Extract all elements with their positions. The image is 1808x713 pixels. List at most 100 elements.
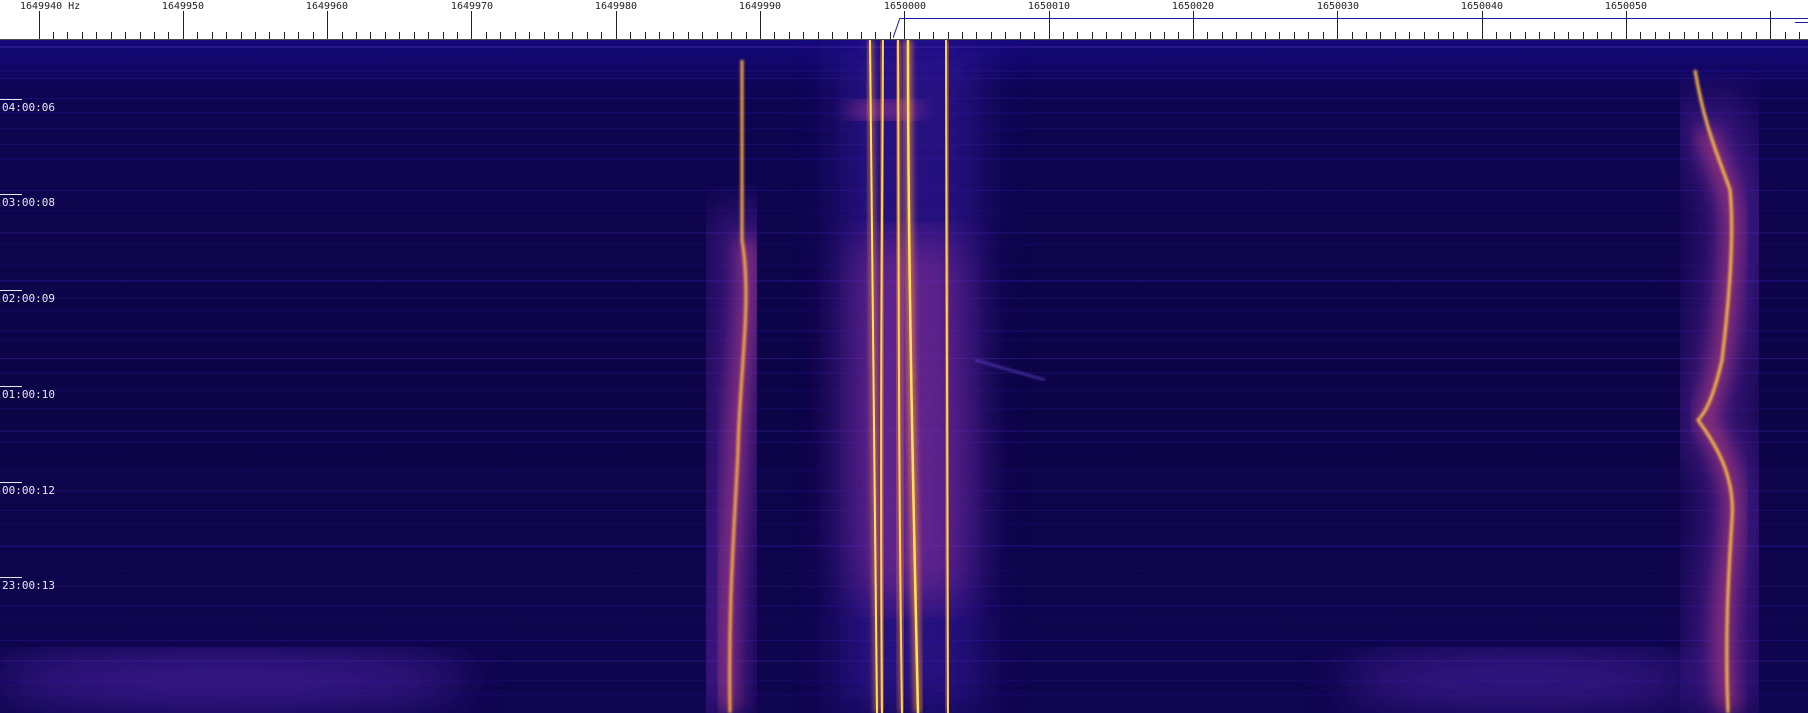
ruler-major-tick bbox=[183, 11, 184, 39]
ruler-minor-tick bbox=[976, 32, 977, 39]
waterfall-display[interactable]: 04:00:06 03:00:08 02:00:09 01:00:10 00:0… bbox=[0, 40, 1808, 713]
ruler-major-tick bbox=[327, 11, 328, 39]
ruler-minor-tick bbox=[1265, 32, 1266, 39]
ruler-minor-tick bbox=[1525, 32, 1526, 39]
ruler-minor-tick bbox=[1640, 32, 1641, 39]
ruler-major-tick bbox=[760, 11, 761, 39]
ruler-minor-tick bbox=[1424, 32, 1425, 39]
frequency-label: 1649960 bbox=[305, 1, 349, 12]
ruler-minor-tick bbox=[731, 32, 732, 39]
ruler-minor-tick bbox=[962, 32, 963, 39]
ruler-minor-tick bbox=[1279, 32, 1280, 39]
ruler-minor-tick bbox=[1453, 32, 1454, 39]
ruler-minor-tick bbox=[1669, 32, 1670, 39]
frequency-label: 1650050 bbox=[1604, 1, 1648, 12]
ruler-minor-tick bbox=[1063, 32, 1064, 39]
noise-glow bbox=[0, 650, 470, 710]
time-label: 04:00:06 bbox=[2, 101, 55, 114]
ruler-minor-tick bbox=[486, 32, 487, 39]
ruler-minor-tick bbox=[269, 32, 270, 39]
ruler-major-tick bbox=[1770, 11, 1771, 39]
ruler-minor-tick bbox=[67, 32, 68, 39]
ruler-minor-tick bbox=[1236, 32, 1237, 39]
ruler-minor-tick bbox=[1756, 32, 1757, 39]
spectrum-waterfall-app: 1649940 Hz 1649950 1649960 1649970 16499… bbox=[0, 0, 1808, 713]
time-label: 03:00:08 bbox=[2, 196, 55, 209]
ruler-minor-tick bbox=[890, 32, 891, 39]
ruler-minor-tick bbox=[717, 32, 718, 39]
ruler-minor-tick bbox=[356, 32, 357, 39]
ruler-minor-tick bbox=[746, 32, 747, 39]
ruler-minor-tick bbox=[443, 32, 444, 39]
time-tick bbox=[0, 99, 22, 100]
ruler-minor-tick bbox=[1727, 32, 1728, 39]
time-label: 01:00:10 bbox=[2, 388, 55, 401]
ruler-minor-tick bbox=[1020, 32, 1021, 39]
ruler-major-tick bbox=[1482, 11, 1483, 39]
ruler-minor-tick bbox=[832, 32, 833, 39]
ruler-major-tick bbox=[904, 11, 905, 39]
ruler-minor-tick bbox=[847, 32, 848, 39]
ruler-minor-tick bbox=[298, 32, 299, 39]
ruler-minor-tick bbox=[1207, 32, 1208, 39]
ruler-minor-tick bbox=[544, 32, 545, 39]
ruler-minor-tick bbox=[645, 32, 646, 39]
ruler-minor-tick bbox=[140, 32, 141, 39]
ruler-major-tick bbox=[616, 11, 617, 39]
frequency-ruler[interactable]: 1649940 Hz 1649950 1649960 1649970 16499… bbox=[0, 0, 1808, 40]
time-tick bbox=[0, 290, 22, 291]
ruler-minor-tick bbox=[457, 32, 458, 39]
time-label: 00:00:12 bbox=[2, 484, 55, 497]
ruler-minor-tick bbox=[1568, 32, 1569, 39]
ruler-minor-tick bbox=[1409, 32, 1410, 39]
ruler-minor-tick bbox=[1655, 32, 1656, 39]
ruler-minor-tick bbox=[673, 32, 674, 39]
ruler-minor-tick bbox=[1611, 32, 1612, 39]
ruler-minor-tick bbox=[875, 32, 876, 39]
ruler-minor-tick bbox=[1684, 32, 1685, 39]
frequency-label-first: 1649940 Hz bbox=[20, 1, 81, 12]
ruler-minor-tick bbox=[1597, 32, 1598, 39]
ruler-minor-tick bbox=[1741, 32, 1742, 39]
ruler-minor-tick bbox=[630, 32, 631, 39]
ruler-minor-tick bbox=[53, 32, 54, 39]
ruler-minor-tick bbox=[226, 32, 227, 39]
ruler-minor-tick bbox=[1251, 32, 1252, 39]
ruler-major-tick bbox=[1193, 11, 1194, 39]
ruler-minor-tick bbox=[1222, 32, 1223, 39]
ruler-minor-tick bbox=[991, 32, 992, 39]
ruler-minor-tick bbox=[1005, 32, 1006, 39]
ruler-minor-tick bbox=[587, 32, 588, 39]
ruler-minor-tick bbox=[1034, 32, 1035, 39]
ruler-minor-tick bbox=[1135, 32, 1136, 39]
frequency-label: 1650030 bbox=[1316, 1, 1360, 12]
ruler-minor-tick bbox=[1178, 32, 1179, 39]
ruler-minor-tick bbox=[529, 32, 530, 39]
passband-marker-line[interactable] bbox=[900, 18, 1808, 19]
ruler-minor-tick bbox=[414, 32, 415, 39]
ruler-minor-tick bbox=[818, 32, 819, 39]
frequency-label: 1649980 bbox=[594, 1, 638, 12]
ruler-minor-tick bbox=[1799, 32, 1800, 39]
ruler-minor-tick bbox=[125, 32, 126, 39]
ruler-minor-tick bbox=[774, 32, 775, 39]
ruler-minor-tick bbox=[1352, 32, 1353, 39]
ruler-minor-tick bbox=[515, 32, 516, 39]
ruler-minor-tick bbox=[370, 32, 371, 39]
ruler-minor-tick bbox=[82, 32, 83, 39]
ruler-major-tick bbox=[1049, 11, 1050, 39]
ruler-minor-tick bbox=[197, 32, 198, 39]
ruler-minor-tick bbox=[601, 32, 602, 39]
ruler-minor-tick bbox=[342, 32, 343, 39]
ruler-minor-tick bbox=[1554, 32, 1555, 39]
ruler-minor-tick bbox=[1366, 32, 1367, 39]
ruler-minor-tick bbox=[1467, 32, 1468, 39]
ruler-minor-tick bbox=[1510, 32, 1511, 39]
ruler-major-tick bbox=[471, 11, 472, 39]
frequency-label: 1649990 bbox=[738, 1, 782, 12]
ruler-minor-tick bbox=[1438, 32, 1439, 39]
ruler-minor-tick bbox=[702, 32, 703, 39]
ruler-minor-tick bbox=[154, 32, 155, 39]
ruler-minor-tick bbox=[428, 32, 429, 39]
passband-marker-slope bbox=[893, 18, 901, 38]
